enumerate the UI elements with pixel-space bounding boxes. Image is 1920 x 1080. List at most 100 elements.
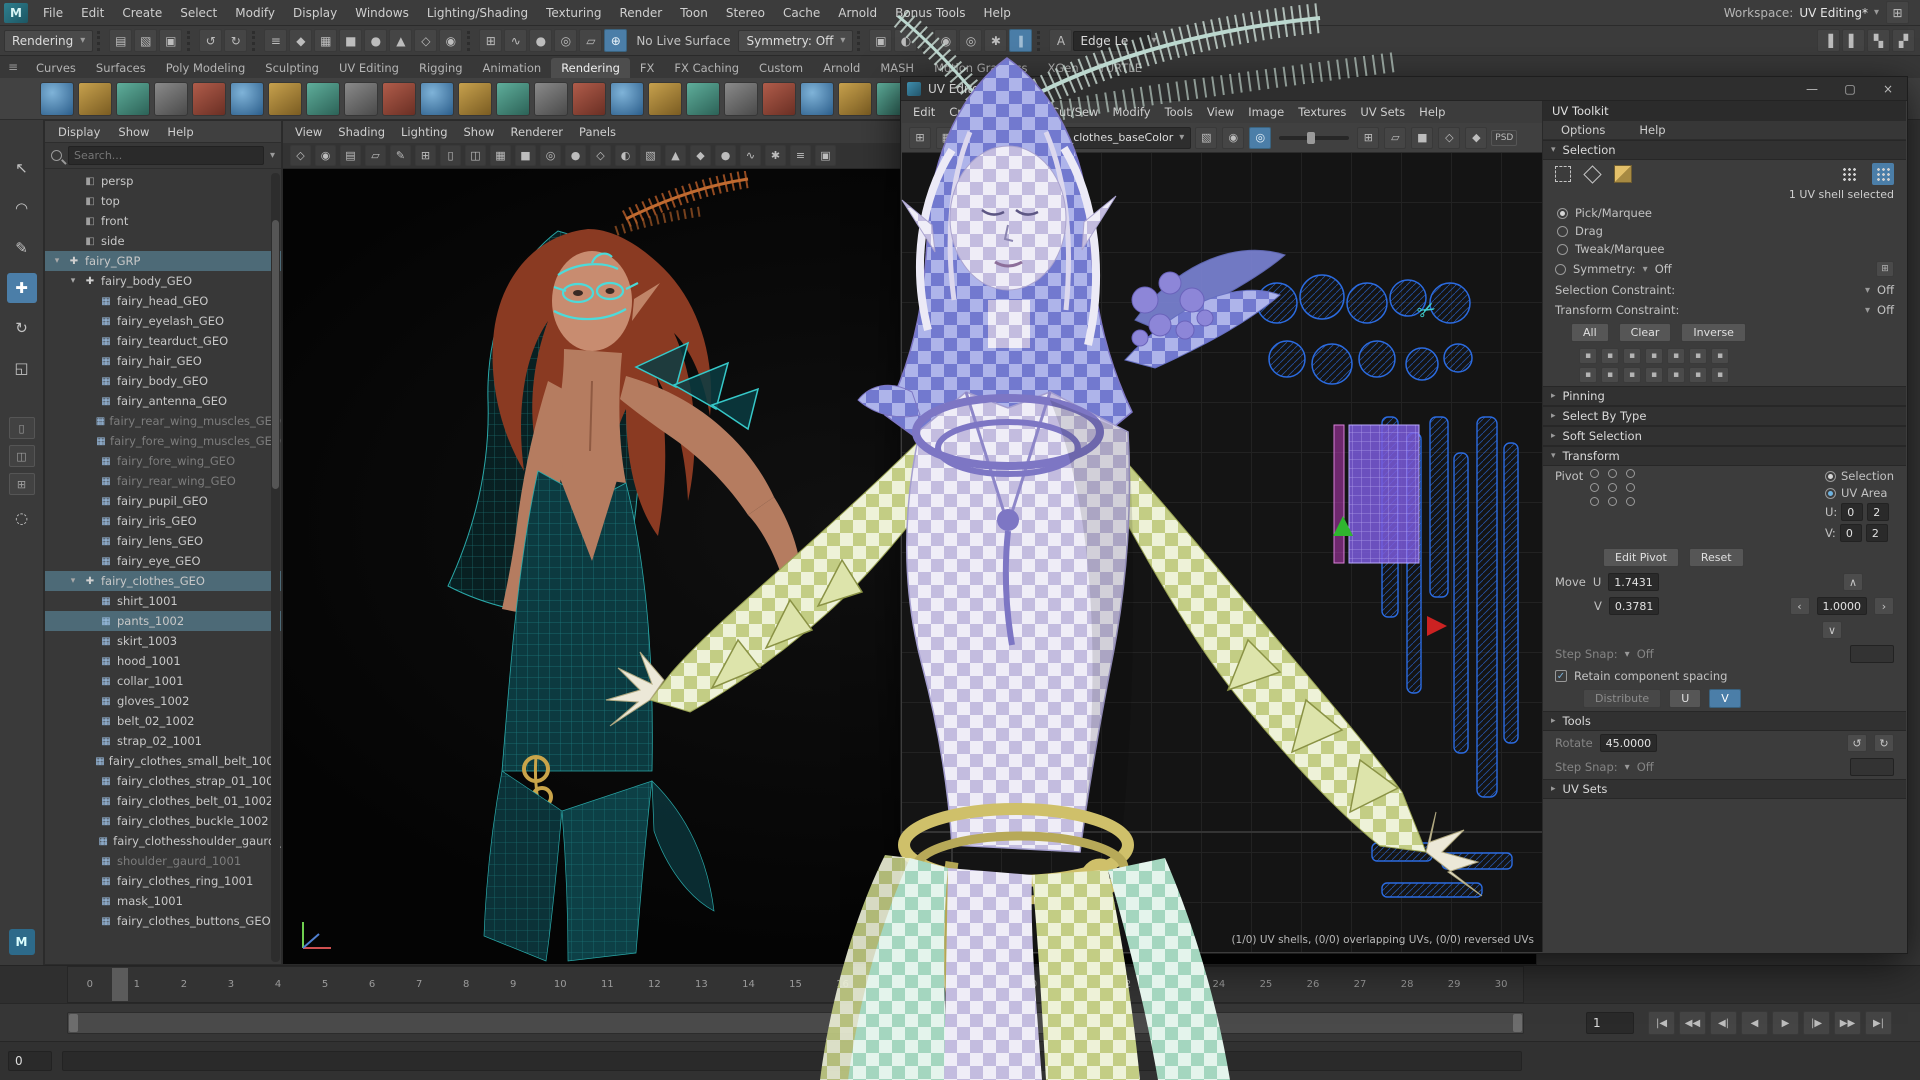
symmetry-grid-icon[interactable]: ⊞	[1876, 261, 1894, 277]
shelf-icon[interactable]	[458, 82, 492, 116]
outliner-item-side[interactable]: ◧side	[45, 231, 281, 251]
attribute-editor-toggle-icon[interactable]: ▐	[1817, 29, 1840, 52]
expand-arrow-icon[interactable]: ▾	[67, 276, 79, 286]
menu-select[interactable]: Select	[171, 0, 226, 25]
section-uv-sets[interactable]: ▸ UV Sets	[1543, 779, 1906, 799]
cube-select-icon[interactable]	[1614, 165, 1632, 183]
mask-mesh-icon[interactable]: ■	[339, 29, 362, 52]
transform-constraint-value[interactable]: Off	[1877, 303, 1894, 317]
chevron-down-icon[interactable]: ▾	[1625, 649, 1630, 660]
outliner-item-fairy-clothes-geo[interactable]: ▾✚fairy_clothes_GEO	[45, 571, 281, 591]
workspace-options-icon[interactable]: ⊞	[1886, 1, 1909, 24]
pivot-u-min-field[interactable]: 0	[1841, 503, 1863, 521]
split-pane-layout-icon[interactable]: ⊞	[9, 473, 35, 495]
outliner-item-fairy-eye-geo[interactable]: ▦fairy_eye_GEO	[45, 551, 281, 571]
search-input[interactable]	[68, 146, 264, 165]
outliner-menu-show[interactable]: Show	[111, 125, 156, 139]
step-forward-key-button[interactable]: ▶▶	[1834, 1011, 1861, 1035]
outliner-scrollbar[interactable]	[271, 173, 280, 962]
outliner-item-shirt-1001[interactable]: ▦shirt_1001	[45, 591, 281, 611]
shelf-icon[interactable]	[268, 82, 302, 116]
bookmark-icon[interactable]: ◉	[315, 145, 336, 166]
step-snap-value[interactable]: Off	[1637, 647, 1654, 661]
pivot-selection-radio[interactable]	[1825, 471, 1836, 482]
outliner-item-strap-02-1001[interactable]: ▦strap_02_1001	[45, 731, 281, 751]
modeling-toolkit-toggle-icon[interactable]: ▞	[1892, 29, 1915, 52]
viewport-menu-renderer[interactable]: Renderer	[503, 125, 572, 139]
outliner-item-top[interactable]: ◧top	[45, 191, 281, 211]
uv-shell-select-mode-icon[interactable]	[1872, 163, 1894, 185]
lasso-tool-icon[interactable]: ◠	[7, 193, 37, 223]
select-all-button[interactable]: All	[1571, 323, 1609, 342]
field-chart-icon[interactable]: ■	[515, 145, 536, 166]
minimize-icon[interactable]: —	[1793, 77, 1831, 100]
shelf-icon[interactable]	[154, 82, 188, 116]
symmetry-value[interactable]: Off	[1655, 262, 1672, 276]
outliner-item-shoulder-gaurd-1001[interactable]: ▦shoulder_gaurd_1001	[45, 851, 281, 871]
distribute-button[interactable]: Distribute	[1583, 689, 1661, 708]
shelf-icon[interactable]	[306, 82, 340, 116]
select-by-component-icon[interactable]: ▦	[314, 29, 337, 52]
paint-selection-tool-icon[interactable]: ✎	[7, 233, 37, 263]
toolbar-separator[interactable]	[97, 31, 104, 51]
menu-edit[interactable]: Edit	[72, 0, 113, 25]
outliner-item-fairy-clothes-strap-01-1001[interactable]: ▦fairy_clothes_strap_01_1001	[45, 771, 281, 791]
outliner-item-fairy-pupil-geo[interactable]: ▦fairy_pupil_GEO	[45, 491, 281, 511]
convert-selection-icon[interactable]: ▪	[1711, 348, 1729, 364]
convert-selection-icon[interactable]: ▪	[1667, 367, 1685, 383]
save-scene-icon[interactable]: ▣	[159, 29, 182, 52]
select-by-hierarchy-icon[interactable]: ≡	[264, 29, 287, 52]
snap-to-projected-center-icon[interactable]: ◎	[554, 29, 577, 52]
shelf-icon[interactable]	[344, 82, 378, 116]
radio-pick-marquee[interactable]: Pick/Marquee	[1543, 204, 1906, 222]
outliner-item-fairy-eyelash-geo[interactable]: ▦fairy_eyelash_GEO	[45, 311, 281, 331]
outliner-item-fairy-body-geo[interactable]: ▾✚fairy_body_GEO	[45, 271, 281, 291]
outliner-item-fairy-clothes-small-belt-1002[interactable]: ▦fairy_clothes_small_belt_1002	[45, 751, 281, 771]
section-select-by-type[interactable]: ▸ Select By Type	[1543, 406, 1906, 426]
outliner-item-fairy-rear-wing-geo[interactable]: ▦fairy_rear_wing_GEO	[45, 471, 281, 491]
shelf-icon[interactable]	[420, 82, 454, 116]
new-scene-icon[interactable]: ▤	[109, 29, 132, 52]
grease-pencil-icon[interactable]: ✎	[390, 145, 411, 166]
scale-tool-icon[interactable]: ◱	[7, 353, 37, 383]
camera-attributes-icon[interactable]: ◇	[290, 145, 311, 166]
outliner-menu-help[interactable]: Help	[160, 125, 200, 139]
snap-to-point-icon[interactable]: ●	[529, 29, 552, 52]
outliner-item-persp[interactable]: ◧persp	[45, 171, 281, 191]
convert-selection-icon[interactable]: ▪	[1711, 367, 1729, 383]
rotate-step-snap-value[interactable]: Off	[1637, 760, 1654, 774]
shelf-icon[interactable]	[382, 82, 416, 116]
filter-chevron-icon[interactable]: ▾	[270, 150, 275, 161]
chevron-down-icon[interactable]: ▾	[1625, 762, 1630, 773]
outliner-item-fairy-body-geo[interactable]: ▦fairy_body_GEO	[45, 371, 281, 391]
grid-toggle-icon[interactable]: ⊞	[415, 145, 436, 166]
outliner-item-fairy-clothes-buttons-geo[interactable]: ▦fairy_clothes_buttons_GEO	[45, 911, 281, 931]
convert-selection-icon[interactable]: ▪	[1689, 367, 1707, 383]
distribute-v-button[interactable]: V	[1709, 689, 1741, 708]
menu-create[interactable]: Create	[113, 0, 171, 25]
snap-to-curve-icon[interactable]: ∿	[504, 29, 527, 52]
outliner-item-gloves-1002[interactable]: ▦gloves_1002	[45, 691, 281, 711]
shelf-tab-poly-modeling[interactable]: Poly Modeling	[156, 58, 256, 78]
outliner-item-fairy-clothesshoulder-gaurd[interactable]: ▦fairy_clothesshoulder_gaurd_	[45, 831, 281, 851]
radio-tweak-marquee[interactable]: Tweak/Marquee	[1543, 240, 1906, 258]
toolbar-separator[interactable]	[467, 31, 474, 51]
single-pane-layout-icon[interactable]: ▯	[9, 417, 35, 439]
snap-to-grid-icon[interactable]: ⊞	[479, 29, 502, 52]
image-plane-icon[interactable]: ▤	[340, 145, 361, 166]
textured-fairy-model[interactable]	[580, 0, 1560, 1080]
play-forwards-button[interactable]: ▶	[1772, 1011, 1799, 1035]
step-forward-frame-button[interactable]: |▶	[1803, 1011, 1830, 1035]
convert-selection-icon[interactable]: ▪	[1645, 367, 1663, 383]
menu-lighting-shading[interactable]: Lighting/Shading	[418, 0, 537, 25]
shelf-tab-surfaces[interactable]: Surfaces	[86, 58, 156, 78]
shelf-tab-uv-editing[interactable]: UV Editing	[329, 58, 409, 78]
chevron-down-icon[interactable]: ▾	[1865, 305, 1870, 316]
outliner-item-collar-1001[interactable]: ▦collar_1001	[45, 671, 281, 691]
expand-arrow-icon[interactable]: ▾	[51, 256, 63, 266]
reset-pivot-button[interactable]: Reset	[1689, 548, 1744, 567]
tool-settings-toggle-icon[interactable]: ▌	[1842, 29, 1865, 52]
clear-selection-button[interactable]: Clear	[1619, 323, 1672, 342]
close-icon[interactable]: ×	[1869, 77, 1907, 100]
shelf-icon[interactable]	[192, 82, 226, 116]
